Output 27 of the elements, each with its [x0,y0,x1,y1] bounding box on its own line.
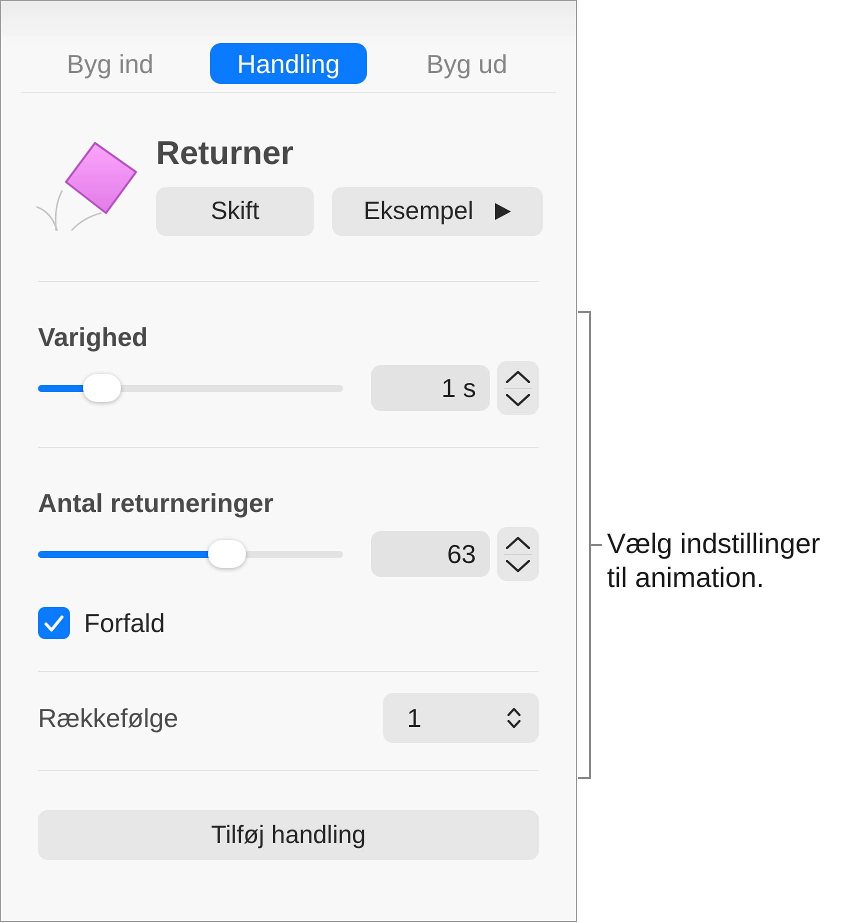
setting-label: Antal returneringer [38,488,274,518]
chevron-up-icon [505,536,531,548]
setting-label: Varighed [38,322,149,352]
up-down-chevron-icon [507,707,521,729]
effect-title: Returner [156,134,295,172]
preview-button[interactable]: Eksempel [332,187,543,236]
popup-button[interactable]: 1 [383,693,539,743]
change-button[interactable]: Skift [156,187,314,236]
stepper[interactable] [497,527,539,581]
chevron-down-icon [505,394,531,406]
stepper[interactable] [497,361,539,415]
callout-text: Vælg indstillinger til animation. [607,527,822,595]
check-icon [44,614,64,632]
slider-thumb[interactable] [83,374,122,402]
slider[interactable] [38,539,343,569]
checkbox-label: Forfald [84,608,165,638]
number-field[interactable]: 1 s [371,365,490,411]
chevron-up-icon [505,370,531,382]
add-action-button[interactable]: Tilføj handling [38,810,539,860]
setting-label: Rækkefølge [38,703,178,733]
checkbox[interactable] [38,607,70,639]
number-field[interactable]: 63 [371,531,490,577]
slider[interactable] [38,373,343,403]
chevron-down-icon [505,560,531,572]
play-icon [495,203,512,220]
tab[interactable]: Handling [210,43,367,84]
slider-thumb[interactable] [208,540,246,568]
